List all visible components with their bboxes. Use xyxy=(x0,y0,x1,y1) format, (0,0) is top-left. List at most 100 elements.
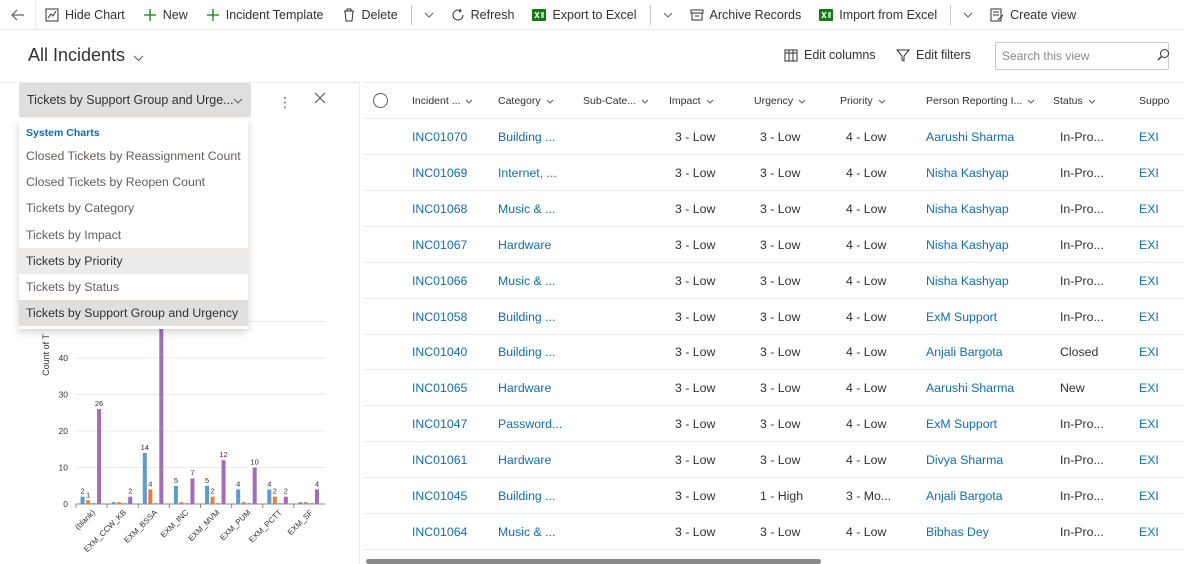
cell-link[interactable]: Nisha Kashyap xyxy=(926,263,1009,299)
cell-link[interactable]: Nisha Kashyap xyxy=(926,155,1009,191)
cell-link[interactable]: EXI xyxy=(1139,299,1159,335)
table-row[interactable]: INC01064 Music & ... 3 - Low 3 - Low 4 - Low… xyxy=(364,514,1184,550)
table-row[interactable]: INC01070 Building ... 3 - Low 3 - Low 4 - Lo… xyxy=(364,119,1184,155)
cell-link[interactable]: Divya Sharma xyxy=(926,442,1003,478)
table-row[interactable]: INC01047 Password... 3 - Low 3 - Low 4 - Low… xyxy=(364,406,1184,443)
bar[interactable] xyxy=(184,502,189,504)
bar[interactable] xyxy=(159,299,164,504)
table-row[interactable]: INC01068 Music & ... 3 - Low 3 - Low 4 - Low… xyxy=(364,191,1184,227)
create-view-button[interactable]: Create view xyxy=(981,0,1085,30)
cell-link[interactable]: EXI xyxy=(1139,478,1159,514)
bar[interactable] xyxy=(111,502,116,504)
chart-option[interactable]: Tickets by Impact xyxy=(19,222,248,248)
horizontal-scrollbar[interactable] xyxy=(366,559,821,564)
export-options-chevron[interactable] xyxy=(655,0,681,30)
cell-link[interactable]: Music & ... xyxy=(498,263,555,299)
more-options-icon[interactable]: ⋮ xyxy=(278,95,292,109)
chart-option-selected[interactable]: Tickets by Support Group and Urgency xyxy=(19,300,248,327)
cell-link[interactable]: Music & ... xyxy=(498,514,555,550)
bar[interactable] xyxy=(128,496,133,504)
cell-link[interactable]: Aarushi Sharma xyxy=(926,370,1014,406)
view-selector[interactable]: All Incidents xyxy=(28,44,144,67)
chart-option[interactable]: Tickets by Status xyxy=(19,274,248,300)
cell-link[interactable]: Building ... xyxy=(498,119,555,155)
bar[interactable] xyxy=(142,452,147,504)
cell-link[interactable]: INC01065 xyxy=(412,370,467,406)
bar[interactable] xyxy=(153,502,158,504)
chart-option[interactable]: Closed Tickets by Reopen Count xyxy=(19,169,248,195)
bar[interactable] xyxy=(236,489,241,504)
bar[interactable] xyxy=(122,502,127,504)
cell-link[interactable]: EXI xyxy=(1139,514,1159,550)
refresh-button[interactable]: Refresh xyxy=(442,0,524,30)
chart-option[interactable]: Tickets by Priority xyxy=(19,247,248,274)
table-row[interactable]: INC01045 Building ... 3 - Low 1 - High 3 - M… xyxy=(364,478,1184,514)
cell-link[interactable]: INC01058 xyxy=(412,299,467,335)
edit-filters-button[interactable]: Edit filters xyxy=(896,48,971,62)
cell-link[interactable]: INC01040 xyxy=(412,334,467,370)
edit-columns-button[interactable]: Edit columns xyxy=(784,48,876,62)
bar[interactable] xyxy=(303,502,308,504)
bar[interactable] xyxy=(241,502,246,504)
back-button[interactable] xyxy=(0,0,36,30)
column-header[interactable]: Urgency xyxy=(754,83,806,119)
table-row[interactable]: INC01061 Hardware 3 - Low 3 - Low 4 - Low Div… xyxy=(364,442,1184,479)
bar[interactable] xyxy=(190,478,195,504)
bar[interactable] xyxy=(148,489,153,504)
column-header[interactable]: Sub-Cate... xyxy=(583,83,649,119)
cell-link[interactable]: EXI xyxy=(1139,406,1159,442)
import-excel-button[interactable]: Import from Excel xyxy=(810,0,946,30)
cell-link[interactable]: EXI xyxy=(1139,263,1159,299)
column-header[interactable]: Status xyxy=(1053,83,1096,119)
export-excel-button[interactable]: Export to Excel xyxy=(523,0,645,30)
hide-chart-button[interactable]: Hide Chart xyxy=(36,0,134,30)
delete-button[interactable]: Delete xyxy=(333,0,407,30)
table-row[interactable]: INC01069 Internet, ... 3 - Low 3 - Low 4 - L… xyxy=(364,155,1184,191)
bar[interactable] xyxy=(216,502,221,504)
cell-link[interactable]: Nisha Kashyap xyxy=(926,191,1009,227)
bar[interactable] xyxy=(314,489,319,504)
table-row[interactable]: INC01067 Hardware 3 - Low 3 - Low 4 - Low Nis… xyxy=(364,227,1184,263)
cell-link[interactable]: Building ... xyxy=(498,478,555,514)
cell-link[interactable]: EXI xyxy=(1139,191,1159,227)
bar[interactable] xyxy=(221,460,226,504)
column-header[interactable]: Person Reporting I... xyxy=(926,83,1035,119)
cell-link[interactable]: Hardware xyxy=(498,370,551,406)
cell-link[interactable]: Internet, ... xyxy=(498,155,557,191)
search-icon[interactable] xyxy=(1157,48,1170,64)
cell-link[interactable]: ExM Support xyxy=(926,406,997,442)
bar[interactable] xyxy=(278,502,283,504)
cell-link[interactable]: Building ... xyxy=(498,334,555,370)
cell-link[interactable]: EXI xyxy=(1139,227,1159,263)
cell-link[interactable]: Aarushi Sharma xyxy=(926,119,1014,155)
bar[interactable] xyxy=(91,502,96,504)
cell-link[interactable]: INC01061 xyxy=(412,442,467,478)
bar[interactable] xyxy=(173,485,178,504)
cell-link[interactable]: INC01067 xyxy=(412,227,467,263)
cell-link[interactable]: EXI xyxy=(1139,442,1159,478)
column-header[interactable]: Impact xyxy=(669,83,714,119)
chart-option[interactable]: Tickets by Category xyxy=(19,195,248,221)
table-row[interactable]: INC01058 Building ... 3 - Low 3 - Low 4 - Lo… xyxy=(364,299,1184,335)
bar[interactable] xyxy=(272,496,277,504)
cell-link[interactable]: EXI xyxy=(1139,119,1159,155)
chart-selector[interactable]: Tickets by Support Group and Urge... xyxy=(19,83,251,117)
cell-link[interactable]: Hardware xyxy=(498,227,551,263)
bar[interactable] xyxy=(86,500,91,504)
cell-link[interactable]: INC01068 xyxy=(412,191,467,227)
search-input[interactable] xyxy=(1002,49,1157,63)
bar[interactable] xyxy=(97,409,102,504)
import-options-chevron[interactable] xyxy=(955,0,981,30)
archive-records-button[interactable]: Archive Records xyxy=(681,0,811,30)
incident-template-button[interactable]: Incident Template xyxy=(197,0,333,30)
cell-link[interactable]: Bibhas Dey xyxy=(926,514,989,550)
table-row[interactable]: INC01066 Music & ... 3 - Low 3 - Low 4 - Low… xyxy=(364,263,1184,299)
cell-link[interactable]: EXI xyxy=(1139,155,1159,191)
cell-link[interactable]: ExM Support xyxy=(926,299,997,335)
table-row[interactable]: INC01040 Building ... 3 - Low 3 - Low 4 - Lo… xyxy=(364,334,1184,371)
cell-link[interactable]: INC01069 xyxy=(412,155,467,191)
more-commands-chevron[interactable] xyxy=(416,0,442,30)
cell-link[interactable]: INC01066 xyxy=(412,263,467,299)
cell-link[interactable]: EXI xyxy=(1139,370,1159,406)
bar[interactable] xyxy=(205,485,210,504)
